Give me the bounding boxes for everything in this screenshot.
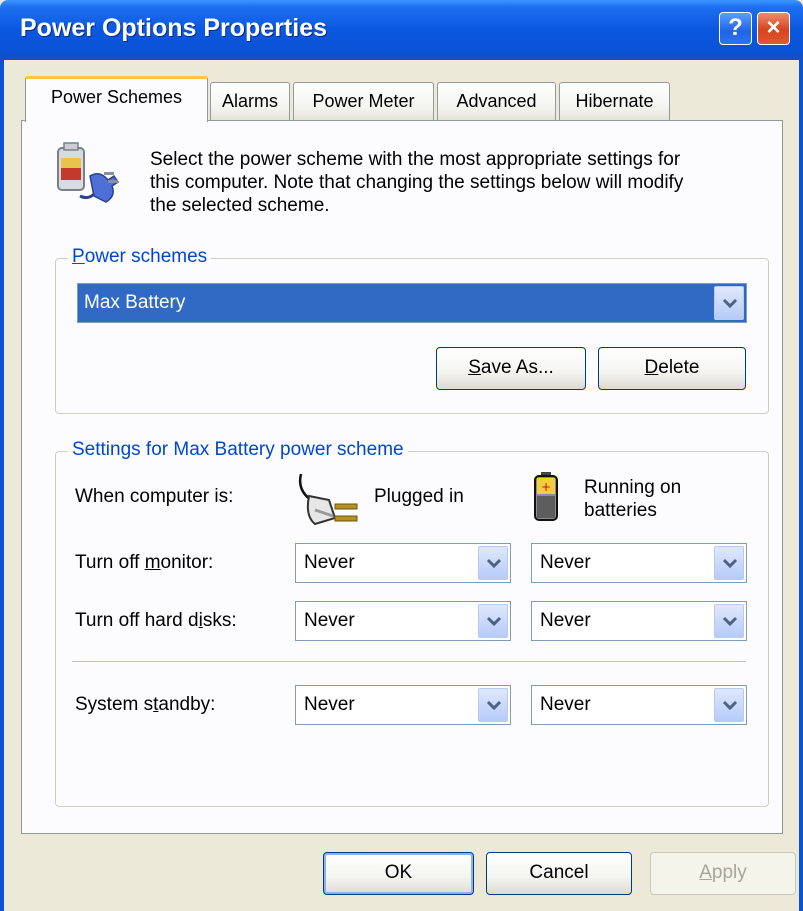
close-button[interactable]: × xyxy=(757,12,790,45)
turn-off-monitor-label: Turn off monitor: xyxy=(75,552,214,573)
power-scheme-select-value: Max Battery xyxy=(84,292,186,313)
save-as-button[interactable]: Save As... xyxy=(436,347,586,390)
intro-line-1: Select the power scheme with the most ap… xyxy=(150,149,681,170)
monitor-battery-value: Never xyxy=(540,552,591,573)
cancel-button[interactable]: Cancel xyxy=(486,852,632,895)
hard-disks-plugged-value: Never xyxy=(304,610,355,631)
tab-hibernate[interactable]: Hibernate xyxy=(559,82,670,120)
chevron-down-icon[interactable] xyxy=(478,546,508,580)
tab-advanced[interactable]: Advanced xyxy=(437,82,556,120)
window-frame-left xyxy=(0,60,4,911)
chevron-down-icon[interactable] xyxy=(714,688,744,722)
intro-line-3: the selected scheme. xyxy=(150,195,330,216)
delete-button[interactable]: Delete xyxy=(598,347,746,390)
tab-alarms[interactable]: Alarms xyxy=(210,82,290,120)
intro-description: Select the power scheme with the most ap… xyxy=(150,148,760,217)
window-frame-right xyxy=(799,60,803,911)
running-on-label-line-1: Running on xyxy=(584,477,682,498)
ok-button[interactable]: OK xyxy=(323,852,474,895)
chevron-down-icon[interactable] xyxy=(478,688,508,722)
svg-text:+: + xyxy=(541,480,551,494)
power-scheme-icon xyxy=(50,140,122,210)
turn-off-hard-disks-label: Turn off hard disks: xyxy=(75,610,237,631)
settings-divider xyxy=(72,661,746,663)
hard-disks-battery-select[interactable]: Never xyxy=(531,601,747,641)
help-button[interactable]: ? xyxy=(719,12,752,45)
when-computer-is-label: When computer is: xyxy=(75,486,234,507)
running-on-label-line-2: batteries xyxy=(584,500,657,521)
monitor-plugged-select[interactable]: Never xyxy=(295,543,511,583)
hard-disks-battery-value: Never xyxy=(540,610,591,631)
running-on-batteries-label: Running on batteries xyxy=(584,476,681,522)
title-bar[interactable]: Power Options Properties ? × xyxy=(0,0,803,60)
intro-line-2: this computer. Note that changing the se… xyxy=(150,172,684,193)
chevron-down-icon[interactable] xyxy=(714,286,744,320)
apply-button[interactable]: Apply xyxy=(650,852,796,895)
hard-disks-plugged-select[interactable]: Never xyxy=(295,601,511,641)
plug-icon xyxy=(295,470,361,540)
chevron-down-icon[interactable] xyxy=(478,604,508,638)
standby-plugged-value: Never xyxy=(304,694,355,715)
standby-battery-value: Never xyxy=(540,694,591,715)
battery-icon: + xyxy=(532,470,560,530)
monitor-battery-select[interactable]: Never xyxy=(531,543,747,583)
window-title: Power Options Properties xyxy=(20,14,328,42)
chevron-down-icon[interactable] xyxy=(714,604,744,638)
chevron-down-icon[interactable] xyxy=(714,546,744,580)
plugged-in-label: Plugged in xyxy=(374,486,464,507)
tab-power-schemes[interactable]: Power Schemes xyxy=(25,76,208,122)
tab-power-meter[interactable]: Power Meter xyxy=(293,82,434,120)
power-schemes-group: Power schemes xyxy=(55,246,769,414)
settings-group-label: Settings for Max Battery power scheme xyxy=(68,439,408,461)
monitor-plugged-value: Never xyxy=(304,552,355,573)
standby-battery-select[interactable]: Never xyxy=(531,685,747,725)
standby-plugged-select[interactable]: Never xyxy=(295,685,511,725)
power-schemes-group-label: Power schemes xyxy=(68,246,212,268)
system-standby-label: System standby: xyxy=(75,694,216,715)
power-options-window: Power Options Properties ? × Power Schem… xyxy=(0,0,803,911)
power-scheme-select[interactable]: Max Battery xyxy=(77,283,747,323)
